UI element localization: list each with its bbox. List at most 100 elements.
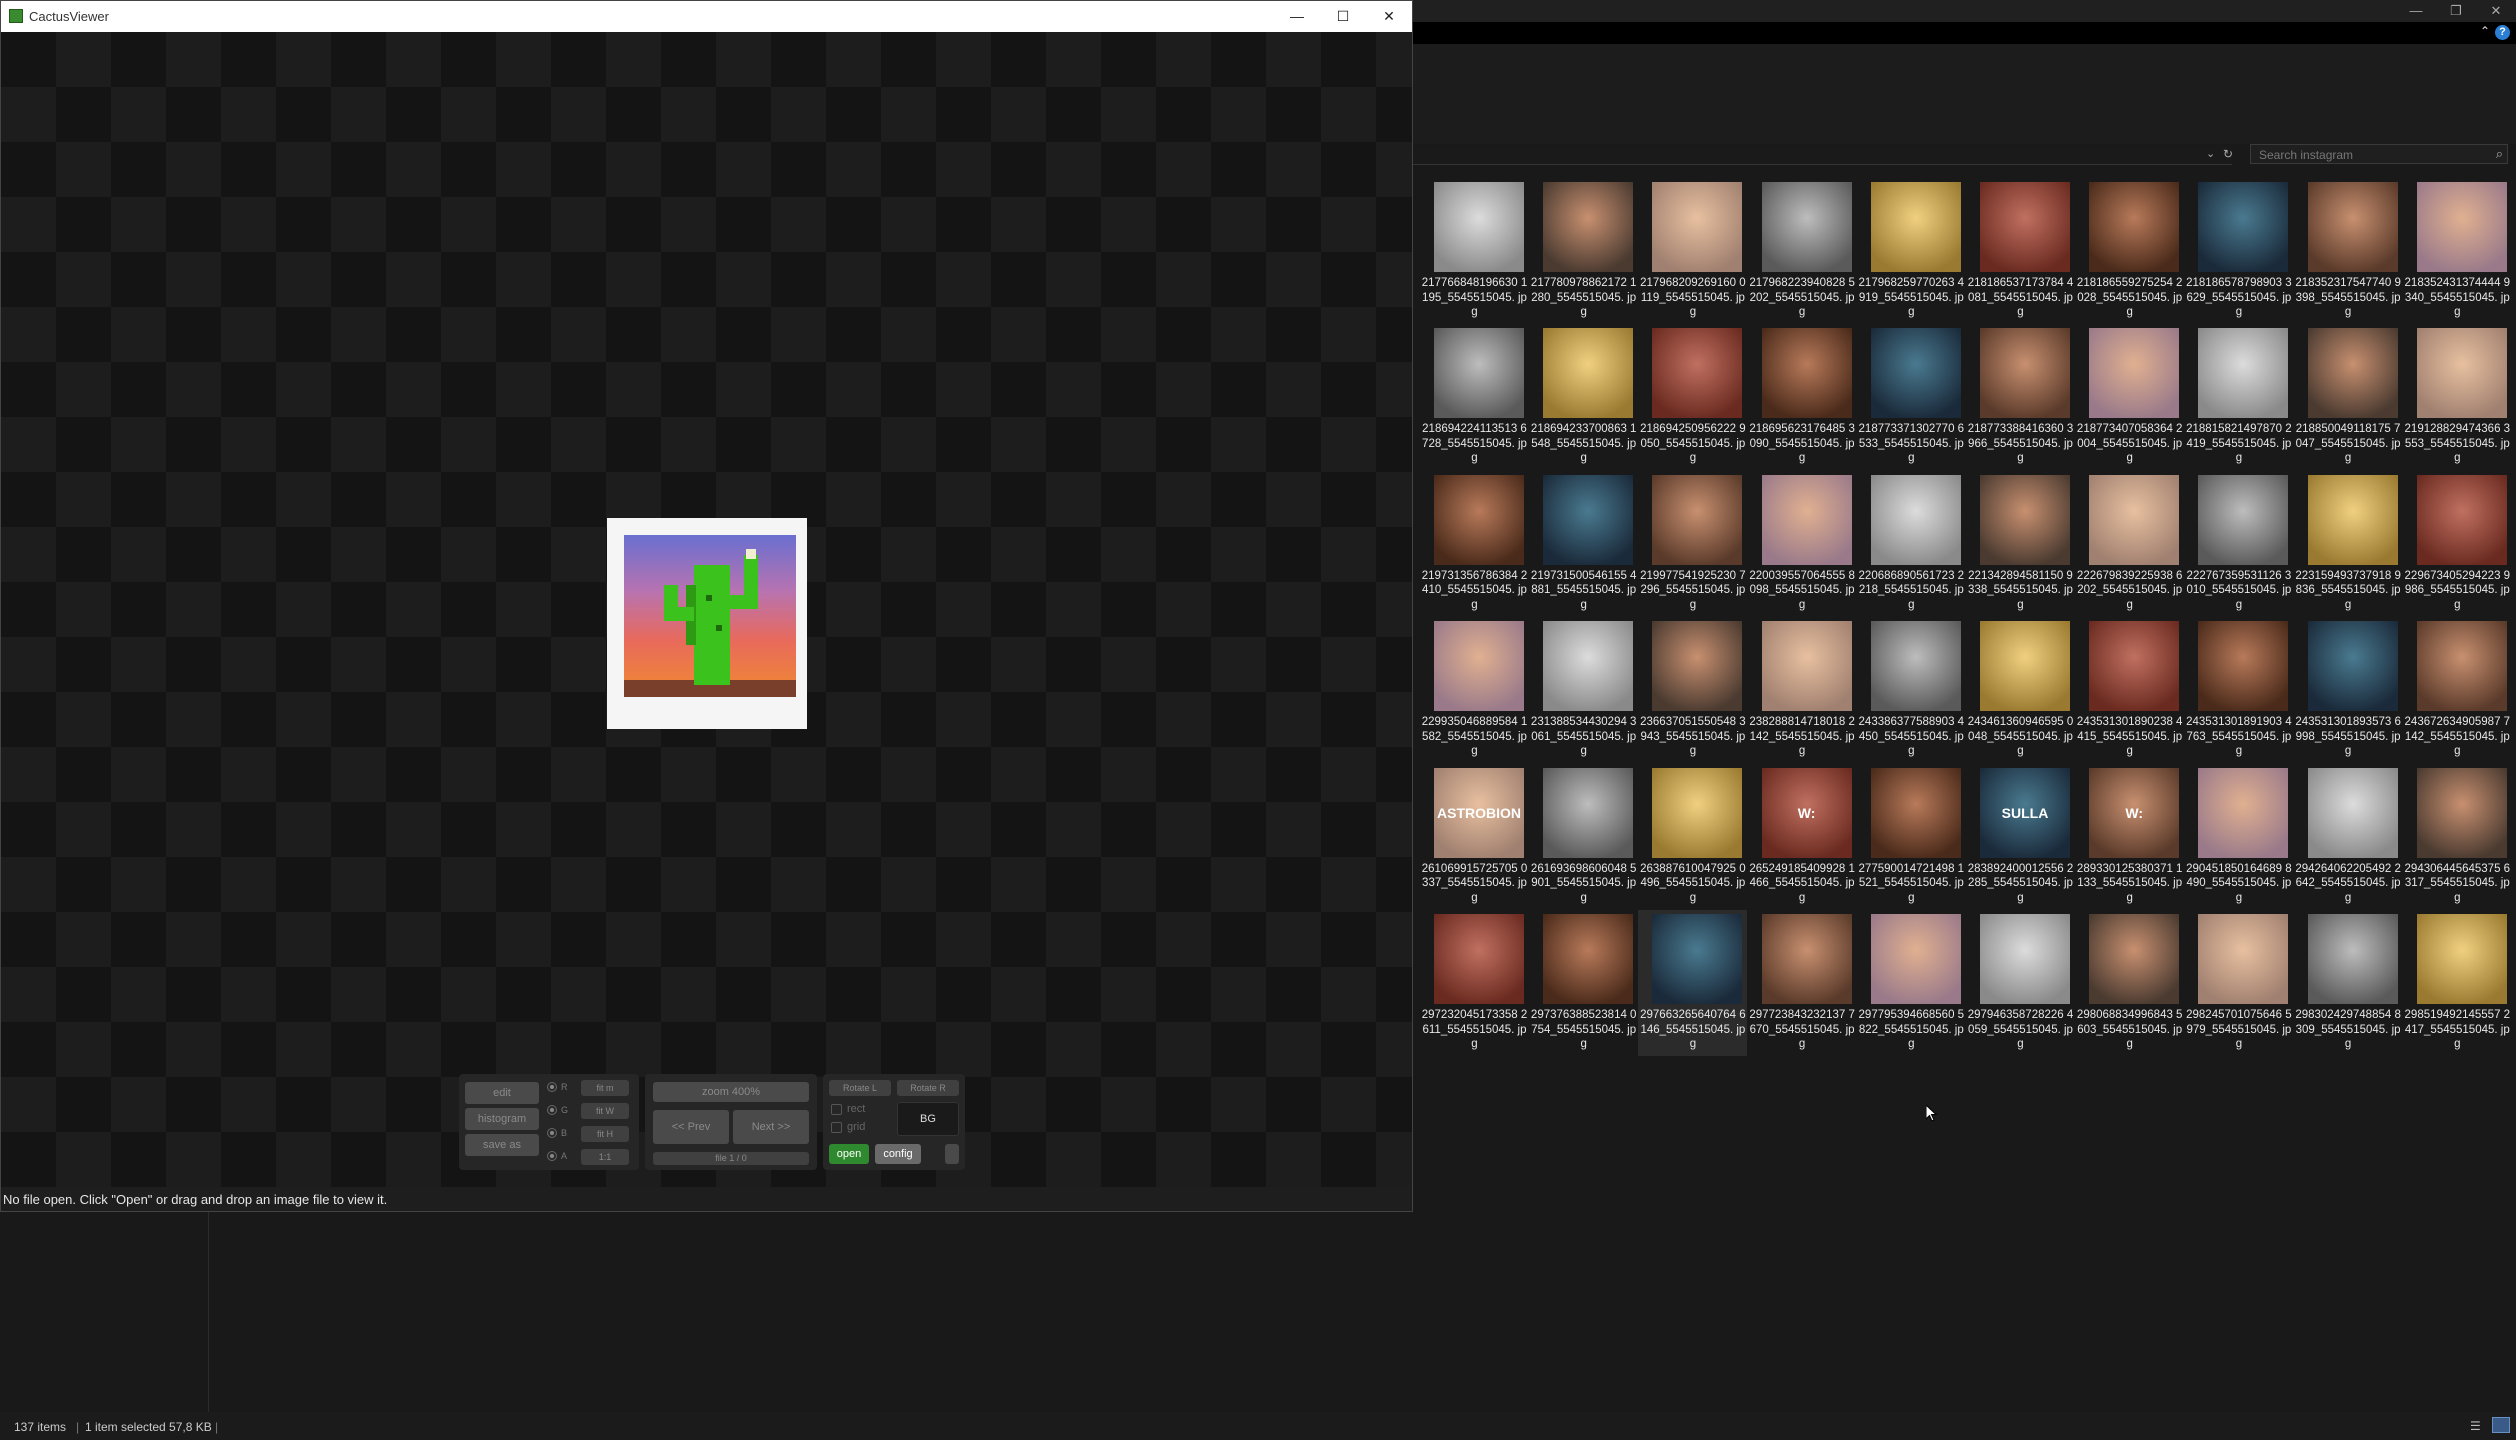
thumbnail-view-icon[interactable] [2492,1417,2510,1433]
thumbnail-item[interactable]: 218815821497870 2419_5545515045. jpg [2184,324,2293,470]
fit-height-button[interactable]: fit H [581,1126,629,1142]
thumbnail-item[interactable]: 297795394668560 5822_5545515045. jpg [1857,910,1966,1056]
thumbnail-item[interactable]: 219731356786384 2410_5545515045. jpg [1420,471,1529,617]
thumbnail-item[interactable]: 297232045173358 2611_5545515045. jpg [1420,910,1529,1056]
thumbnail-item[interactable]: 263887610047925 0496_5545515045. jpg [1638,764,1747,910]
thumbnail-item[interactable]: 298519492145557 2417_5545515045. jpg [2403,910,2512,1056]
thumbnail-item[interactable]: 222767359531126 3010_5545515045. jpg [2184,471,2293,617]
thumbnail-item[interactable]: W: 289330125380371 1133_5545515045. jpg [2075,764,2184,910]
search-box[interactable]: ⌕ [2250,144,2508,164]
rotate-right-button[interactable]: Rotate R [897,1080,959,1096]
thumbnail-item[interactable]: 297663265640764 6146_5545515045. jpg [1638,910,1748,1056]
help-icon[interactable]: ? [2495,25,2510,40]
thumbnail-item[interactable]: 298245701075646 5979_5545515045. jpg [2184,910,2293,1056]
thumbnail-item[interactable]: SULLA 283892400012556 2285_5545515045. jp… [1966,764,2075,910]
thumbnail-item[interactable]: 217968209269160 0119_5545515045. jpg [1638,178,1747,324]
rect-checkbox[interactable] [831,1104,842,1115]
zoom-slider[interactable]: zoom 400% [653,1082,809,1102]
thumbnail-item[interactable]: 290451850164689 8490_5545515045. jpg [2184,764,2293,910]
grid-checkbox[interactable] [831,1122,842,1133]
thumbnail-item[interactable]: 218695623176485 3090_5545515045. jpg [1748,324,1857,470]
minimize-icon[interactable]: — [1274,1,1320,32]
thumbnail-item[interactable]: 218694250956222 9050_5545515045. jpg [1638,324,1747,470]
channel-g-toggle[interactable] [547,1105,557,1115]
one-to-one-button[interactable]: 1:1 [581,1149,629,1165]
thumbnail-item[interactable]: 218186537173784 4081_5545515045. jpg [1966,178,2075,324]
rotate-left-button[interactable]: Rotate L [829,1080,891,1096]
details-view-icon[interactable]: ☰ [2470,1419,2484,1433]
thumbnail-item[interactable]: 236637051550548 3943_5545515045. jpg [1638,617,1747,763]
thumbnail-item[interactable]: 222679839225938 6202_5545515045. jpg [2075,471,2184,617]
search-input[interactable] [2257,146,2481,164]
thumbnail-item[interactable]: 217780978862172 1280_5545515045. jpg [1529,178,1638,324]
search-icon[interactable]: ⌕ [2496,146,2503,162]
thumbnail-item[interactable]: 297946358728226 4059_5545515045. jpg [1966,910,2075,1056]
thumbnail-item[interactable]: 218186559275254 2028_5545515045. jpg [2075,178,2184,324]
thumbnail-item[interactable]: 218352317547740 9398_5545515045. jpg [2294,178,2403,324]
thumbnail-item[interactable]: 219128829474366 3553_5545515045. jpg [2403,324,2512,470]
thumbnail-item[interactable]: 217766848196630 1195_5545515045. jpg [1420,178,1529,324]
open-button[interactable]: open [829,1144,869,1164]
thumbnail-item[interactable]: 298068834996843 5603_5545515045. jpg [2075,910,2184,1056]
maximize-icon[interactable]: ☐ [1320,1,1366,32]
thumbnail-item[interactable]: 229935046889584 1582_5545515045. jpg [1420,617,1529,763]
close-icon[interactable]: ✕ [1366,1,1412,32]
background-button[interactable]: BG [897,1102,959,1136]
thumbnail-item[interactable]: 219731500546155 4881_5545515045. jpg [1529,471,1638,617]
thumbnail-item[interactable]: 219977541925230 7296_5545515045. jpg [1638,471,1747,617]
thumbnail-item[interactable]: 218186578798903 3629_5545515045. jpg [2184,178,2293,324]
restore-icon[interactable]: ❐ [2436,2,2476,20]
thumbnail-item[interactable]: 218850049118175 7047_5545515045. jpg [2294,324,2403,470]
thumbnail-item[interactable]: 217968223940828 5202_5545515045. jpg [1748,178,1857,324]
edit-button[interactable]: edit [465,1082,539,1104]
image-canvas[interactable]: edit histogram save as R G B A fit m fit… [1,32,1412,1187]
thumbnail-item[interactable]: 217968259770263 4919_5545515045. jpg [1857,178,1966,324]
channel-r-toggle[interactable] [547,1082,557,1092]
thumbnail-item[interactable]: 297723843232137 7670_5545515045. jpg [1748,910,1857,1056]
thumbnail-item[interactable]: 229673405294223 9986_5545515045. jpg [2403,471,2512,617]
thumbnail-item[interactable]: 220686890561723 2218_5545515045. jpg [1857,471,1966,617]
channel-a-toggle[interactable] [547,1151,557,1161]
thumbnail-item[interactable]: 218352431374444 9340_5545515045. jpg [2403,178,2512,324]
minimize-icon[interactable]: — [2396,2,2436,20]
thumbnail-item[interactable]: 294306445645375 6317_5545515045. jpg [2403,764,2512,910]
thumbnail-item[interactable]: ASTROBION 261069915725705 0337_5545515045… [1420,764,1529,910]
thumbnail-item[interactable]: 221342894581150 9338_5545515045. jpg [1966,471,2075,617]
config-button[interactable]: config [875,1144,921,1164]
thumbnail-item[interactable]: 298302429748854 8309_5545515045. jpg [2294,910,2403,1056]
thumbnail-item[interactable]: 223159493737918 9836_5545515045. jpg [2294,471,2403,617]
thumbnail-item[interactable]: 243531301890238 4415_5545515045. jpg [2075,617,2184,763]
channel-b-toggle[interactable] [547,1128,557,1138]
refresh-icon[interactable]: ↻ [2223,147,2233,161]
thumbnail-item[interactable]: 218773388416360 3966_5545515045. jpg [1966,324,2075,470]
thumbnail-item[interactable]: 243531301891903 4763_5545515045. jpg [2184,617,2293,763]
fit-width-button[interactable]: fit W [581,1103,629,1119]
thumbnail-item[interactable]: 231388534430294 3061_5545515045. jpg [1529,617,1638,763]
prev-button[interactable]: << Prev [653,1110,729,1144]
next-button[interactable]: Next >> [733,1110,809,1144]
collapse-ribbon-icon[interactable]: ⌃ [2480,24,2490,38]
histogram-button[interactable]: histogram [465,1108,539,1130]
chevron-down-icon[interactable]: ⌄ [2206,147,2215,160]
thumbnail-item[interactable]: 297376388523814 0754_5545515045. jpg [1529,910,1638,1056]
thumbnail-item[interactable]: 218773407058364 2004_5545515045. jpg [2075,324,2184,470]
fit-m-button[interactable]: fit m [581,1080,629,1096]
thumbnail-item[interactable]: 243461360946595 0048_5545515045. jpg [1966,617,2075,763]
thumbnail-item[interactable]: 294264062205492 2642_5545515045. jpg [2294,764,2403,910]
more-options-button[interactable] [945,1144,959,1164]
thumbnail-item[interactable]: 243531301893573 6998_5545515045. jpg [2294,617,2403,763]
thumbnail-item[interactable]: 218694224113513 6728_5545515045. jpg [1420,324,1529,470]
thumbnail-item[interactable]: 220039557064555 8098_5545515045. jpg [1748,471,1857,617]
file-slider[interactable]: file 1 / 0 [653,1152,809,1165]
thumbnail-item[interactable]: 218773371302770 6533_5545515045. jpg [1857,324,1966,470]
thumbnail-item[interactable]: 243386377588903 4450_5545515045. jpg [1857,617,1966,763]
thumbnail-item[interactable]: 277590014721498 1521_5545515045. jpg [1857,764,1966,910]
address-bar[interactable] [1413,146,2232,165]
thumbnail-item[interactable]: 238288814718018 2142_5545515045. jpg [1748,617,1857,763]
thumbnail-item[interactable]: W: 265249185409928 1466_5545515045. jpg [1748,764,1857,910]
close-icon[interactable]: ✕ [2476,2,2516,20]
save-as-button[interactable]: save as [465,1134,539,1156]
thumbnail-item[interactable]: 243672634905987 7142_5545515045. jpg [2403,617,2512,763]
thumbnail-item[interactable]: 261693698606048 5901_5545515045. jpg [1529,764,1638,910]
thumbnail-item[interactable]: 218694233700863 1548_5545515045. jpg [1529,324,1638,470]
